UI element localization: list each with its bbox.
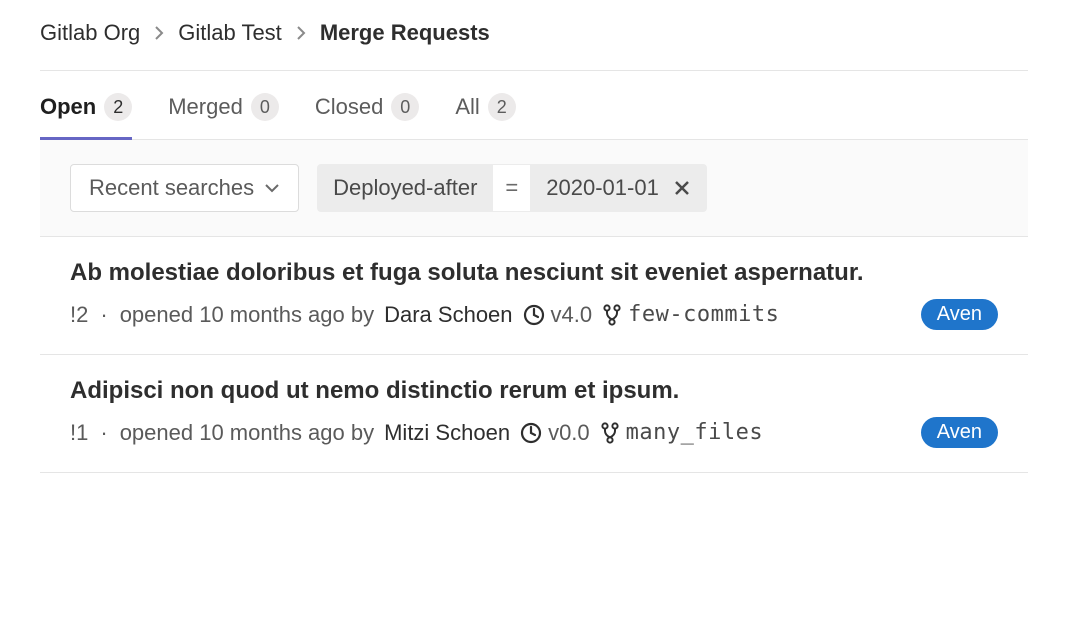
- tab-merged-label: Merged: [168, 94, 243, 120]
- tab-all-label: All: [455, 94, 479, 120]
- tab-open[interactable]: Open 2: [40, 93, 132, 139]
- merge-request-id: !1: [70, 420, 88, 446]
- tab-closed-count: 0: [391, 93, 419, 121]
- recent-searches-label: Recent searches: [89, 175, 254, 201]
- branch-icon: [600, 422, 620, 444]
- clock-icon: [520, 422, 542, 444]
- branch-icon: [602, 304, 622, 326]
- milestone[interactable]: v4.0: [523, 302, 593, 328]
- filter-token-op: =: [493, 164, 530, 212]
- tab-open-count: 2: [104, 93, 132, 121]
- milestone-name: v4.0: [551, 302, 593, 328]
- breadcrumb-org-link[interactable]: Gitlab Org: [40, 20, 140, 46]
- merge-request-list: Ab molestiae doloribus et fuga soluta ne…: [40, 237, 1028, 473]
- author-link[interactable]: Mitzi Schoen: [384, 420, 510, 446]
- tab-closed-label: Closed: [315, 94, 383, 120]
- merge-request-meta: !1 opened 10 months ago by Mitzi Schoen …: [70, 417, 998, 448]
- filter-token-deployed-after[interactable]: Deployed-after = 2020-01-01: [317, 164, 707, 212]
- state-tabs: Open 2 Merged 0 Closed 0 All 2: [40, 71, 1028, 140]
- separator-dot: [98, 302, 109, 328]
- merge-request-title[interactable]: Adipisci non quod ut nemo distinctio rer…: [70, 377, 998, 405]
- opened-text: opened 10 months ago by: [120, 302, 374, 328]
- milestone-name: v0.0: [548, 420, 590, 446]
- merge-request-item: Ab molestiae doloribus et fuga soluta ne…: [40, 237, 1028, 355]
- breadcrumb-project-link[interactable]: Gitlab Test: [178, 20, 282, 46]
- tab-open-label: Open: [40, 94, 96, 120]
- label-pill[interactable]: Aven: [921, 299, 998, 330]
- opened-text: opened 10 months ago by: [120, 420, 374, 446]
- branch[interactable]: many_files: [600, 420, 763, 445]
- breadcrumb: Gitlab Org Gitlab Test Merge Requests: [40, 20, 1028, 71]
- milestone[interactable]: v0.0: [520, 420, 590, 446]
- filter-token-value: 2020-01-01: [546, 175, 659, 201]
- filter-bar: Recent searches Deployed-after = 2020-01…: [40, 140, 1028, 237]
- label-pill[interactable]: Aven: [921, 417, 998, 448]
- clock-icon: [523, 304, 545, 326]
- branch[interactable]: few-commits: [602, 302, 779, 327]
- chevron-right-icon: [154, 26, 164, 40]
- filter-token-value-wrap: 2020-01-01: [530, 164, 707, 212]
- tab-merged-count: 0: [251, 93, 279, 121]
- tab-merged[interactable]: Merged 0: [168, 93, 279, 139]
- chevron-right-icon: [296, 26, 306, 40]
- branch-name: many_files: [626, 420, 763, 445]
- tab-all-count: 2: [488, 93, 516, 121]
- branch-name: few-commits: [628, 302, 779, 327]
- close-icon[interactable]: [673, 179, 691, 197]
- merge-request-title[interactable]: Ab molestiae doloribus et fuga soluta ne…: [70, 259, 998, 287]
- merge-request-meta: !2 opened 10 months ago by Dara Schoen v…: [70, 299, 998, 330]
- separator-dot: [98, 420, 109, 446]
- chevron-down-icon: [264, 180, 280, 196]
- filter-token-key: Deployed-after: [317, 164, 493, 212]
- recent-searches-dropdown[interactable]: Recent searches: [70, 164, 299, 212]
- tab-all[interactable]: All 2: [455, 93, 515, 139]
- author-link[interactable]: Dara Schoen: [384, 302, 512, 328]
- breadcrumb-current: Merge Requests: [320, 20, 490, 46]
- merge-request-item: Adipisci non quod ut nemo distinctio rer…: [40, 355, 1028, 473]
- merge-request-id: !2: [70, 302, 88, 328]
- tab-closed[interactable]: Closed 0: [315, 93, 419, 139]
